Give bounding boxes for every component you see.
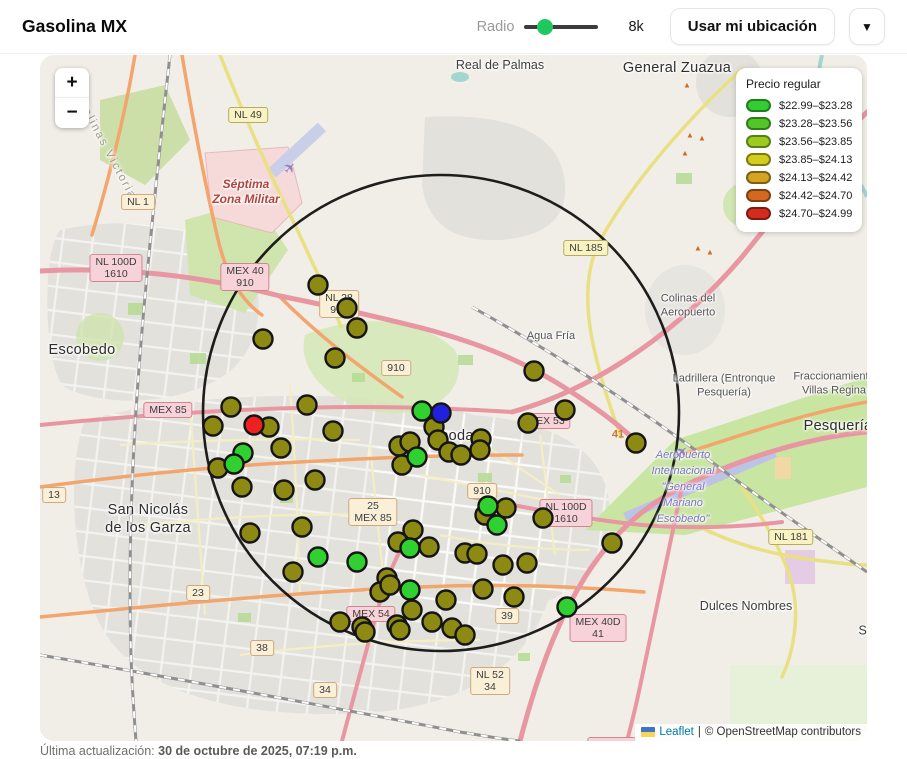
zoom-in-button[interactable]: +	[55, 68, 89, 98]
station-marker[interactable]	[331, 613, 350, 632]
legend-item-label: $23.56–$23.85	[779, 136, 852, 148]
station-marker[interactable]	[241, 524, 260, 543]
station-marker[interactable]	[413, 402, 432, 421]
app-header: Gasolina MX Radio 8k Usar mi ubicación ▼	[0, 0, 907, 54]
leaflet-link[interactable]: Leaflet	[659, 726, 694, 738]
chevron-down-icon: ▼	[861, 20, 873, 34]
station-marker[interactable]	[627, 434, 646, 453]
station-marker[interactable]	[437, 591, 456, 610]
last-updated-value: 30 de octubre de 2025, 07:19 p.m.	[158, 744, 357, 758]
slider-thumb[interactable]	[537, 19, 553, 35]
station-marker[interactable]	[525, 362, 544, 381]
station-marker[interactable]	[284, 563, 303, 582]
station-marker[interactable]	[401, 581, 420, 600]
station-marker[interactable]	[204, 417, 223, 436]
station-marker[interactable]	[348, 553, 367, 572]
station-marker[interactable]	[275, 481, 294, 500]
legend-item: $24.13–$24.42	[746, 171, 852, 184]
radius-value: 8k	[628, 19, 643, 35]
station-marker[interactable]	[404, 521, 423, 540]
station-marker[interactable]	[479, 497, 498, 516]
map-container[interactable]: Real de PalmasGeneral ZuazuaSalinas Vict…	[40, 55, 867, 741]
station-marker[interactable]	[488, 516, 507, 535]
legend-swatch	[746, 189, 771, 202]
station-marker[interactable]	[348, 319, 367, 338]
station-marker[interactable]	[401, 539, 420, 558]
legend-swatch	[746, 135, 771, 148]
user-location-marker[interactable]	[432, 404, 451, 423]
station-marker[interactable]	[423, 613, 442, 632]
app-title: Gasolina MX	[22, 16, 127, 37]
station-marker[interactable]	[519, 414, 538, 433]
legend-item: $23.28–$23.56	[746, 117, 852, 130]
legend-item-label: $23.28–$23.56	[779, 118, 852, 130]
station-marker[interactable]	[293, 518, 312, 537]
station-marker[interactable]	[420, 538, 439, 557]
map-attribution: Leaflet | © OpenStreetMap contributors	[635, 724, 867, 741]
station-marker[interactable]	[534, 509, 553, 528]
station-marker[interactable]	[326, 349, 345, 368]
radius-label: Radio	[477, 19, 515, 35]
station-marker[interactable]	[233, 478, 252, 497]
station-marker[interactable]	[222, 398, 241, 417]
price-legend: Precio regular $22.99–$23.28 $23.28–$23.5…	[736, 68, 862, 232]
legend-swatch	[746, 117, 771, 130]
legend-swatch	[746, 207, 771, 220]
station-marker[interactable]	[494, 556, 513, 575]
station-marker[interactable]	[391, 621, 410, 640]
station-marker[interactable]	[603, 534, 622, 553]
legend-item: $24.42–$24.70	[746, 189, 852, 202]
radius-slider[interactable]	[524, 18, 598, 36]
station-marker[interactable]	[309, 276, 328, 295]
osm-attribution: © OpenStreetMap contributors	[705, 726, 861, 738]
station-marker[interactable]	[298, 396, 317, 415]
station-marker[interactable]	[505, 588, 524, 607]
station-marker[interactable]	[306, 471, 325, 490]
ukraine-flag-icon	[641, 727, 655, 737]
legend-item-label: $24.70–$24.99	[779, 208, 852, 220]
station-marker[interactable]	[456, 626, 475, 645]
legend-items: $22.99–$23.28 $23.28–$23.56 $23.56–$23.85 $…	[746, 99, 852, 220]
station-marker[interactable]	[471, 441, 490, 460]
slider-track	[524, 25, 598, 29]
station-marker[interactable]	[225, 455, 244, 474]
station-marker[interactable]	[403, 601, 422, 620]
last-updated-label: Última actualización:	[40, 744, 155, 758]
legend-item: $23.85–$24.13	[746, 153, 852, 166]
gasolina-mx-app: Gasolina MX Radio 8k Usar mi ubicación ▼	[0, 0, 907, 759]
station-marker[interactable]	[338, 299, 357, 318]
legend-item-label: $23.85–$24.13	[779, 154, 852, 166]
last-updated: Última actualización: 30 de octubre de 2…	[40, 744, 357, 758]
legend-item: $24.70–$24.99	[746, 207, 852, 220]
legend-item: $22.99–$23.28	[746, 99, 852, 112]
station-marker[interactable]	[474, 580, 493, 599]
legend-swatch	[746, 153, 771, 166]
dropdown-button[interactable]: ▼	[849, 8, 885, 45]
legend-item-label: $22.99–$23.28	[779, 100, 852, 112]
legend-item-label: $24.13–$24.42	[779, 172, 852, 184]
station-marker[interactable]	[408, 448, 427, 467]
zoom-out-button[interactable]: −	[55, 98, 89, 128]
station-marker[interactable]	[556, 401, 575, 420]
use-location-button[interactable]: Usar mi ubicación	[670, 8, 835, 45]
station-marker[interactable]	[309, 548, 328, 567]
attribution-separator: |	[698, 726, 701, 738]
legend-title: Precio regular	[746, 77, 852, 91]
station-marker[interactable]	[254, 330, 273, 349]
legend-swatch	[746, 99, 771, 112]
station-marker[interactable]	[381, 576, 400, 595]
legend-item-label: $24.42–$24.70	[779, 190, 852, 202]
station-marker[interactable]	[356, 623, 375, 642]
station-marker[interactable]	[324, 422, 343, 441]
legend-swatch	[746, 171, 771, 184]
zoom-control: + −	[55, 68, 89, 128]
legend-item: $23.56–$23.85	[746, 135, 852, 148]
station-marker[interactable]	[272, 439, 291, 458]
station-marker[interactable]	[518, 554, 537, 573]
station-marker[interactable]	[452, 446, 471, 465]
station-marker[interactable]	[245, 416, 264, 435]
station-marker[interactable]	[468, 545, 487, 564]
header-controls: Radio 8k Usar mi ubicación ▼	[477, 8, 885, 45]
station-marker[interactable]	[558, 598, 577, 617]
